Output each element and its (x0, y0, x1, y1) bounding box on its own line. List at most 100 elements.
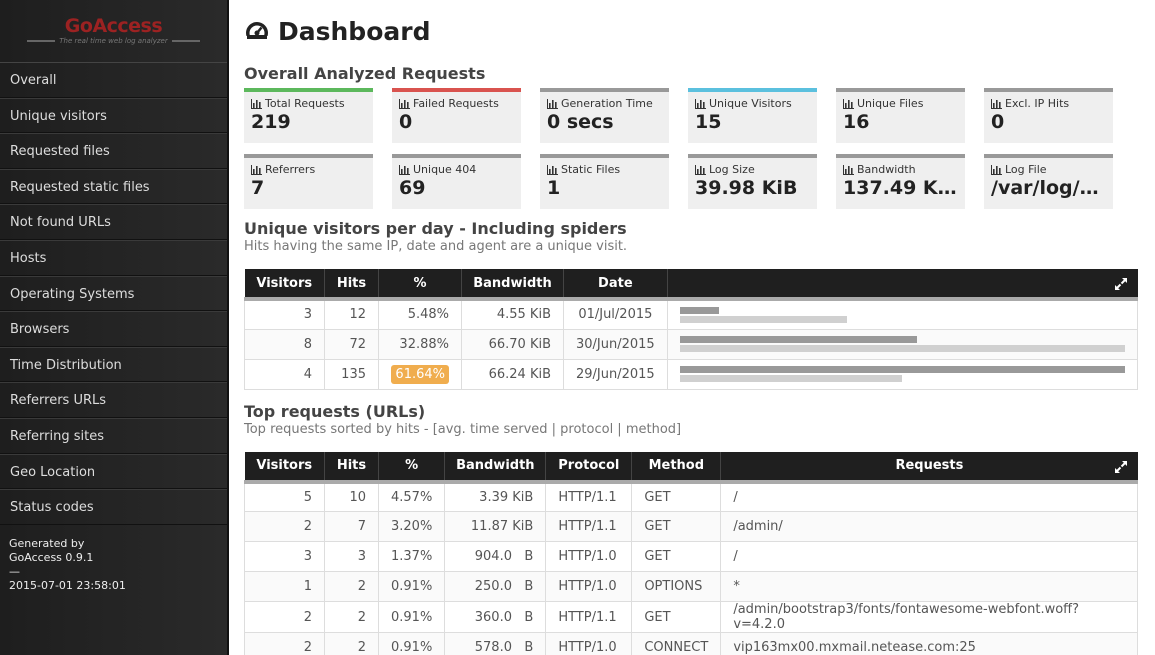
cell-bandwidth: 250.0 B (444, 571, 547, 602)
col-hits[interactable]: Hits (324, 269, 379, 301)
card-value: 137.49 KiB (843, 177, 958, 199)
cell-method: GET (631, 601, 722, 633)
visitors-table: Visitors Hits % Bandwidth Date 3 12 5.48% 4… (244, 269, 1139, 390)
cell-percent: 3.20% (377, 511, 446, 542)
col-bandwidth[interactable]: Bandwidth (444, 451, 547, 484)
table-row[interactable]: 2 7 3.20% 11.87 KiB HTTP/1.1 GET/admin/ (244, 511, 1138, 542)
cell-date: 30/Jun/2015 (563, 328, 668, 360)
cell-hits: 2 (324, 632, 379, 655)
cell-protocol: HTTP/1.1 (545, 511, 633, 542)
percent-value: 5.48% (407, 307, 449, 323)
sidebar-item-requested-files[interactable]: Requested files (0, 133, 227, 169)
cell-bandwidth: 66.70 KiB (461, 328, 564, 360)
bar-chart-icon (843, 98, 854, 109)
visitors-bar (679, 375, 903, 382)
card-value: 219 (251, 111, 291, 133)
overall-card: Static Files 1 (540, 154, 669, 209)
cell-date: 29/Jun/2015 (563, 358, 668, 390)
sidebar-item-overall[interactable]: Overall (0, 62, 227, 98)
overall-card: Generation Time 0 secs (540, 88, 669, 143)
overall-card: Unique 404 69 (392, 154, 521, 209)
table-row[interactable]: 5 10 4.57% 3.39 KiB HTTP/1.1 GET / (244, 481, 1138, 512)
sidebar-item-referring-sites[interactable]: Referring sites (0, 417, 227, 454)
page-title: Dashboard (244, 16, 1139, 48)
cell-percent: 1.37% (377, 541, 446, 572)
cell-method: GET (631, 481, 722, 512)
expand-icon[interactable] (1114, 277, 1128, 291)
table-row[interactable]: 2 2 0.91% 360.0 B HTTP/1.1 GET/admin/bootstra… (244, 601, 1138, 633)
sidebar-item-referrers-urls[interactable]: Referrers URLs (0, 382, 227, 418)
generated-by-label: Generated by (9, 536, 85, 550)
cell-bandwidth: 904.0 B (444, 541, 547, 572)
col-visitors[interactable]: Visitors (244, 451, 325, 484)
col-percent[interactable]: % (378, 451, 446, 484)
card-value: 0 (399, 111, 413, 133)
col-requests[interactable]: Requests (720, 451, 1138, 484)
cell-bars (666, 298, 1139, 330)
generated-info: Generated by GoAccess 0.9.1 — 2015-07-01… (0, 525, 227, 605)
sidebar-item-browsers[interactable]: Browsers (0, 311, 227, 347)
requests-table: Visitors Hits % Bandwidth Protocol Metho… (244, 451, 1138, 655)
col-method[interactable]: Method (631, 451, 722, 484)
table-row[interactable]: 8 72 32.88% 66.70 KiB 30/Jun/2015 (244, 328, 1139, 360)
cell-method: CONNECT (631, 632, 722, 655)
cell-percent: 32.88% (378, 328, 462, 360)
sidebar: GoAccess The real time web log analyzer … (0, 0, 229, 655)
visitors-subtitle: Hits having the same IP, date and agent … (244, 239, 628, 254)
cell-percent: 0.91% (377, 632, 446, 655)
sidebar-item-not-found-urls[interactable]: Not found URLs (0, 204, 227, 240)
bar-chart-icon (547, 164, 558, 175)
sidebar-item-operating-systems[interactable]: Operating Systems (0, 275, 227, 312)
cell-protocol: HTTP/1.0 (545, 571, 633, 602)
cell-visitors: 2 (244, 632, 325, 655)
col-percent[interactable]: % (378, 269, 462, 301)
card-label: Generation Time (561, 97, 653, 110)
overall-card: Referrers 7 (244, 154, 373, 209)
expand-icon[interactable] (1114, 460, 1128, 474)
col-date[interactable]: Date (563, 269, 668, 301)
table-row[interactable]: 4 135 61.64% 66.24 KiB 29/Jun/2015 (244, 358, 1139, 390)
visitors-bar (679, 315, 847, 323)
bar-chart-icon (399, 98, 410, 109)
col-hits[interactable]: Hits (324, 451, 379, 484)
col-bandwidth[interactable]: Bandwidth (461, 269, 564, 301)
overall-card: Total Requests 219 (244, 88, 373, 143)
sidebar-item-requested-static-files[interactable]: Requested static files (0, 168, 227, 205)
logo-tagline: The real time web log analyzer (59, 37, 168, 45)
bar-chart-icon (991, 98, 1002, 109)
sidebar-item-status-codes[interactable]: Status codes (0, 489, 227, 525)
table-row[interactable]: 3 12 5.48% 4.55 KiB 01/Jul/2015 (244, 298, 1139, 330)
col-chart (667, 269, 1138, 301)
cell-percent: 5.48% (378, 298, 462, 330)
card-label: Log Size (709, 163, 755, 176)
generated-timestamp: 2015-07-01 23:58:01 (9, 578, 126, 592)
bar-chart-icon (695, 164, 706, 175)
cell-visitors: 2 (244, 511, 325, 542)
percent-value: 61.64% (391, 364, 449, 384)
col-protocol[interactable]: Protocol (545, 451, 633, 484)
table-row[interactable]: 1 2 0.91% 250.0 B HTTP/1.0 OPTIONS * (244, 571, 1138, 602)
sidebar-item-geo-location[interactable]: Geo Location (0, 453, 227, 490)
sidebar-item-unique-visitors[interactable]: Unique visitors (0, 97, 227, 134)
card-value: 7 (251, 177, 265, 199)
cell-method: GET (631, 541, 722, 572)
cell-date: 01/Jul/2015 (563, 298, 668, 330)
cell-visitors: 5 (244, 481, 325, 512)
cell-percent: 4.57% (377, 481, 446, 512)
cell-visitors: 2 (244, 601, 325, 633)
table-row[interactable]: 3 3 1.37% 904.0 B HTTP/1.0 GET / (244, 541, 1138, 572)
cell-percent: 61.64% (378, 358, 462, 390)
sidebar-item-time-distribution[interactable]: Time Distribution (0, 346, 227, 383)
card-value: 15 (695, 111, 722, 133)
col-visitors[interactable]: Visitors (244, 269, 325, 301)
card-label: Total Requests (265, 97, 345, 110)
percent-value: 32.88% (399, 336, 449, 352)
table-row[interactable]: 2 2 0.91% 578.0 B HTTP/1.0 CONNECT vip163mx00.… (244, 632, 1138, 655)
card-value: /var/log/apache2/access.log (991, 177, 1106, 199)
overall-card: Unique Visitors 15 (688, 88, 817, 143)
cell-hits: 10 (324, 481, 379, 512)
card-value: 69 (399, 177, 426, 199)
bar-chart-icon (251, 98, 262, 109)
sidebar-item-hosts[interactable]: Hosts (0, 239, 227, 276)
overall-card: Unique Files 16 (836, 88, 965, 143)
